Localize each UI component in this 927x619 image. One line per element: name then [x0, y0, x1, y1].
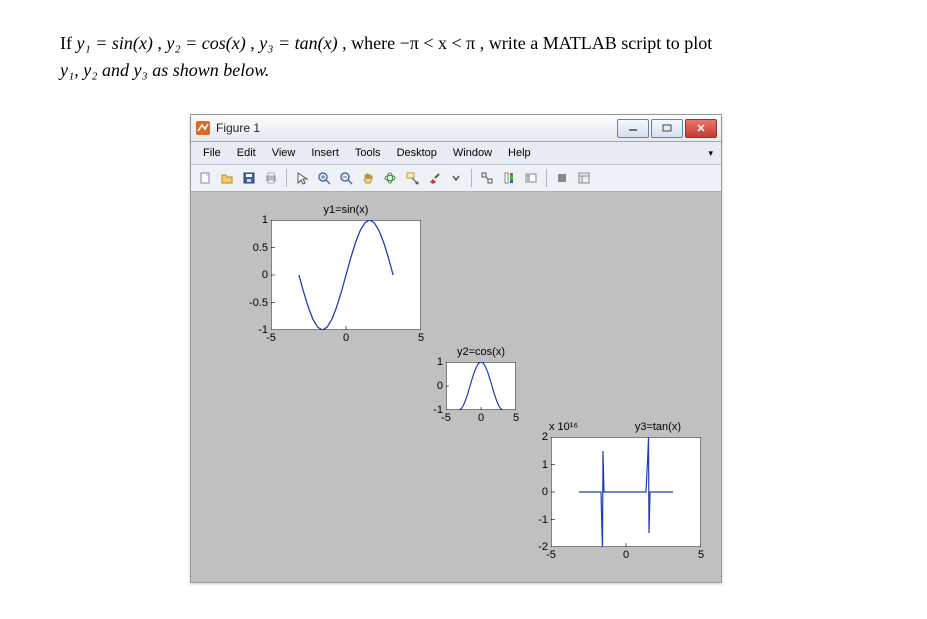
brush-icon[interactable] [424, 168, 444, 188]
axes1-ytick: 0.5 [253, 242, 271, 254]
minimize-button[interactable] [617, 119, 649, 138]
menu-bar: File Edit View Insert Tools Desktop Wind… [191, 142, 721, 165]
axes1-xtick: 5 [418, 330, 424, 344]
window-title: Figure 1 [216, 121, 615, 135]
pointer-icon[interactable] [292, 168, 312, 188]
menu-insert[interactable]: Insert [303, 147, 347, 159]
q-tail: , write a MATLAB script to plot [480, 33, 712, 53]
show-tools-icon[interactable] [574, 168, 594, 188]
menu-view[interactable]: View [264, 147, 304, 159]
save-icon[interactable] [239, 168, 259, 188]
close-button[interactable] [685, 119, 717, 138]
colorbar-icon[interactable] [499, 168, 519, 188]
axes1-title: y1=sin(x) [271, 204, 421, 216]
toolbar-separator [286, 169, 287, 187]
figure-canvas: y1=sin(x) 1 0.5 0 -0.5 -1 -5 0 5 y2=cos(… [191, 192, 721, 582]
axes3-xtick: 5 [698, 547, 704, 561]
axes2-xtick: 0 [478, 410, 484, 424]
axes2-xtick: -5 [441, 410, 451, 424]
matlab-figure-icon [195, 120, 211, 136]
hide-tools-icon[interactable] [552, 168, 572, 188]
menu-desktop[interactable]: Desktop [389, 147, 445, 159]
axes-y3-tan[interactable]: y3=tan(x) x 10¹⁶ 2 1 0 -1 -2 -5 0 5 [551, 437, 701, 547]
menu-help[interactable]: Help [500, 147, 539, 159]
axes3-ytick: 1 [542, 459, 551, 471]
toolbar-separator [471, 169, 472, 187]
legend-icon[interactable] [521, 168, 541, 188]
link-dropdown-icon[interactable] [446, 168, 466, 188]
data-cursor-icon[interactable] [402, 168, 422, 188]
q-y3: y₃ = tan(x) [259, 33, 337, 53]
axes3-xtick: -5 [546, 547, 556, 561]
link-plot-icon[interactable] [477, 168, 497, 188]
axes3-ytick: -1 [538, 514, 551, 526]
q-prefix: If [60, 33, 77, 53]
axes2-ytick: 0 [437, 380, 446, 392]
axes3-ytick: 2 [542, 431, 551, 443]
axes2-ytick: 1 [437, 356, 446, 368]
zoom-in-icon[interactable] [314, 168, 334, 188]
axes3-multiplier: x 10¹⁶ [549, 421, 578, 433]
q-sep2: , [250, 33, 259, 53]
window-titlebar[interactable]: Figure 1 [191, 115, 721, 142]
menu-window[interactable]: Window [445, 147, 500, 159]
axes2-title: y2=cos(x) [446, 346, 516, 358]
menu-edit[interactable]: Edit [229, 147, 264, 159]
axes1-ytick: 0 [262, 269, 271, 281]
menu-file[interactable]: File [195, 147, 229, 159]
axes1-ytick: -0.5 [249, 297, 271, 309]
axes-y2-cos[interactable]: y2=cos(x) 1 0 -1 -5 0 5 [446, 362, 516, 410]
axes1-xtick: -5 [266, 330, 276, 344]
axes3-xtick: 0 [623, 547, 629, 561]
pan-hand-icon[interactable] [358, 168, 378, 188]
zoom-out-icon[interactable] [336, 168, 356, 188]
q-line2: y₁, y₂ and y₃ as shown below. [60, 60, 269, 80]
toolbar-dropdown-icon[interactable]: ▾ [704, 148, 717, 159]
matlab-figure-window: Figure 1 File Edit View Insert Tools Des… [190, 114, 722, 583]
axes1-xtick: 0 [343, 330, 349, 344]
axes3-ytick: 0 [542, 486, 551, 498]
q-y2: y₂ = cos(x) [166, 33, 245, 53]
open-folder-icon[interactable] [217, 168, 237, 188]
axes-y1-sin[interactable]: y1=sin(x) 1 0.5 0 -0.5 -1 -5 0 5 [271, 220, 421, 330]
axes1-ytick: 1 [262, 214, 271, 226]
q-where: , where [342, 33, 399, 53]
figure-toolbar [191, 165, 721, 192]
toolbar-separator [546, 169, 547, 187]
q-y1: y₁ = sin(x) [77, 33, 153, 53]
menu-tools[interactable]: Tools [347, 147, 389, 159]
print-icon[interactable] [261, 168, 281, 188]
question-text: If y₁ = sin(x) , y₂ = cos(x) , y₃ = tan(… [60, 30, 867, 84]
maximize-button[interactable] [651, 119, 683, 138]
new-file-icon[interactable] [195, 168, 215, 188]
q-range: −π < x < π [400, 33, 476, 53]
axes2-xtick: 5 [513, 410, 519, 424]
rotate-3d-icon[interactable] [380, 168, 400, 188]
